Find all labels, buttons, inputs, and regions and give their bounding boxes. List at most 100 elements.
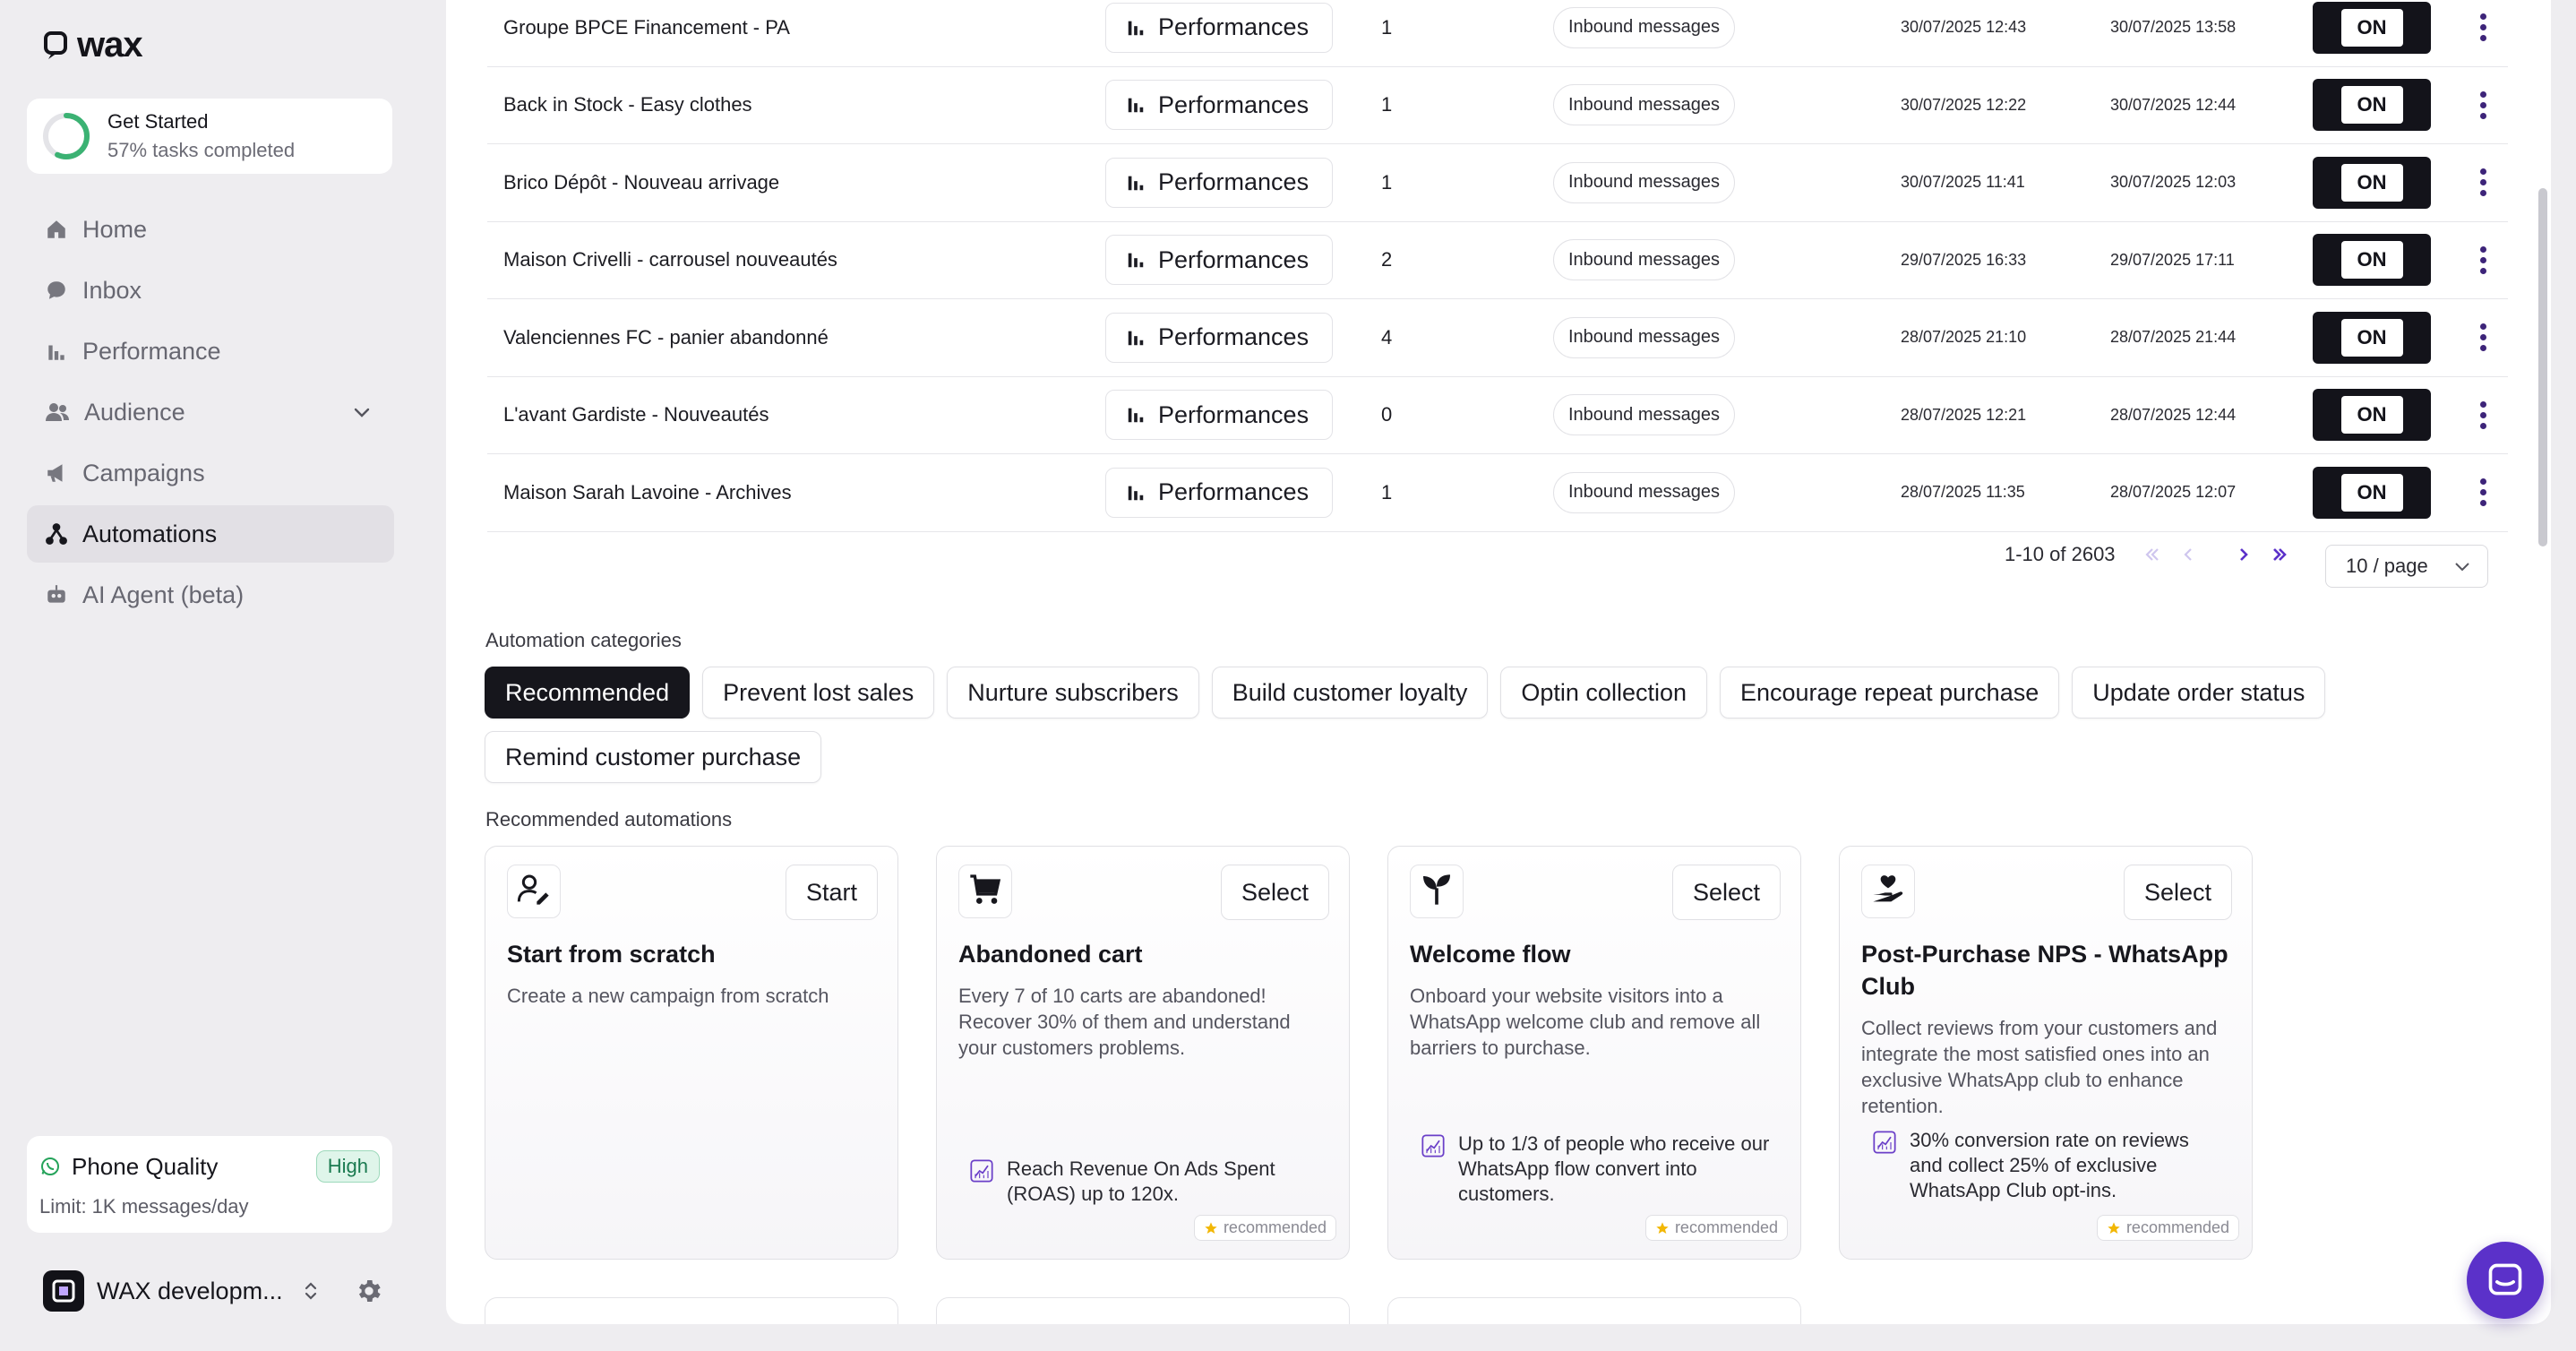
performances-button[interactable]: Performances [1105, 80, 1333, 131]
chart-stat-icon [1873, 1131, 1896, 1154]
more-options-icon[interactable] [2472, 242, 2494, 278]
card-placeholder[interactable] [485, 1297, 898, 1324]
card-placeholder[interactable] [936, 1297, 1350, 1324]
category-chip[interactable]: Remind customer purchase [485, 731, 822, 783]
automation-name[interactable]: Groupe BPCE Financement - PA [503, 16, 790, 39]
chevron-updown-icon[interactable] [301, 1279, 321, 1303]
updated-date: 30/07/2025 13:58 [2110, 18, 2237, 37]
card-select-button[interactable]: Start [785, 865, 878, 920]
phone-quality-card[interactable]: Phone Quality High Limit: 1K messages/da… [27, 1136, 392, 1233]
performances-button[interactable]: Performances [1105, 312, 1333, 363]
wax-logo[interactable]: wax [43, 25, 143, 65]
trigger-badge: Inbound messages [1553, 471, 1736, 513]
automation-name[interactable]: Maison Crivelli - carrousel nouveautés [503, 248, 837, 271]
table-row[interactable]: Maison Crivelli - carrousel nouveautés Pe… [487, 222, 2508, 299]
table-row[interactable]: Back in Stock - Easy clothes Performances… [487, 67, 2508, 144]
table-row[interactable]: Maison Sarah Lavoine - Archives Performan… [487, 454, 2508, 532]
first-page-icon[interactable] [2142, 545, 2162, 564]
category-chip[interactable]: Nurture subscribers [947, 667, 1199, 719]
automation-name[interactable]: Maison Sarah Lavoine - Archives [503, 481, 792, 504]
nav-item-automations[interactable]: Automations [27, 505, 394, 563]
automation-name[interactable]: Brico Dépôt - Nouveau arrivage [503, 171, 779, 194]
more-options-icon[interactable] [2472, 397, 2494, 433]
performances-button[interactable]: Performances [1105, 467, 1333, 518]
nav-item-performance[interactable]: Performance [27, 323, 394, 380]
updated-date: 28/07/2025 12:07 [2110, 483, 2237, 502]
automation-template-card[interactable]: Start Start from scratch Create a new camp… [485, 846, 898, 1260]
category-chip[interactable]: Update order status [2072, 667, 2326, 719]
nav-item-ai-agent[interactable]: AI Agent (beta) [27, 566, 394, 624]
message-count: 4 [1381, 325, 1393, 349]
status-toggle[interactable]: ON [2313, 389, 2431, 442]
workspace-switcher[interactable]: WAX developm... [43, 1270, 383, 1312]
message-count: 1 [1381, 170, 1393, 194]
message-count: 1 [1381, 93, 1393, 116]
performances-button[interactable]: Performances [1105, 2, 1333, 53]
last-page-icon[interactable] [2270, 545, 2289, 564]
card-description: Create a new campaign from scratch [507, 985, 829, 1007]
created-date: 29/07/2025 16:33 [1901, 250, 2027, 269]
badge-label: recommended [2125, 1218, 2229, 1236]
page-size-select[interactable]: 10 / page [2325, 545, 2488, 588]
more-options-icon[interactable] [2472, 87, 2494, 123]
bar-chart-icon [1128, 331, 1144, 345]
automation-name[interactable]: L'avant Gardiste - Nouveautés [503, 403, 769, 426]
message-count: 0 [1381, 403, 1393, 426]
automation-template-card[interactable]: Select Post-Purchase NPS - WhatsApp Club C… [1839, 846, 2253, 1260]
home-icon [47, 220, 65, 238]
recommended-badge: recommended [2096, 1215, 2239, 1241]
category-chip[interactable]: Build customer loyalty [1211, 667, 1489, 719]
automation-name[interactable]: Back in Stock - Easy clothes [503, 93, 752, 116]
get-started-card[interactable]: Get Started 57% tasks completed [27, 99, 392, 174]
status-toggle[interactable]: ON [2313, 466, 2431, 519]
card-placeholder[interactable] [1387, 1297, 1801, 1324]
status-toggle[interactable]: ON [2313, 234, 2431, 287]
scrollbar[interactable] [2538, 188, 2547, 546]
nav-item-inbox[interactable]: Inbox [27, 262, 394, 319]
table-row[interactable]: Valenciennes FC - panier abandonné Perfor… [487, 299, 2508, 377]
performances-button[interactable]: Performances [1105, 157, 1333, 208]
performances-button[interactable]: Performances [1105, 390, 1333, 441]
category-chip[interactable]: Encourage repeat purchase [1720, 667, 2060, 719]
card-title: Abandoned cart [958, 941, 1143, 968]
user-edit-icon [516, 872, 552, 912]
performances-label: Performances [1158, 478, 1309, 506]
category-chip[interactable]: Recommended [485, 667, 691, 719]
status-toggle[interactable]: ON [2313, 1, 2431, 54]
more-options-icon[interactable] [2472, 475, 2494, 511]
nav-item-audience[interactable]: Audience [27, 383, 394, 441]
updated-date: 30/07/2025 12:03 [2110, 173, 2237, 192]
category-chip[interactable]: Prevent lost sales [702, 667, 935, 719]
table-row[interactable]: L'avant Gardiste - Nouveautés Performance… [487, 377, 2508, 454]
automation-template-card[interactable]: Select Welcome flow Onboard your website v… [1387, 846, 1801, 1260]
more-options-icon[interactable] [2472, 320, 2494, 356]
automation-name[interactable]: Valenciennes FC - panier abandonné [503, 326, 829, 349]
table-row[interactable]: Brico Dépôt - Nouveau arrivage Performanc… [487, 144, 2508, 222]
toggle-label: ON [2340, 318, 2403, 357]
main-nav: Home Inbox Performance Audience Campaign… [27, 201, 394, 627]
more-cards [485, 1297, 1801, 1324]
support-chat-button[interactable] [2467, 1242, 2544, 1319]
card-select-button[interactable]: Select [1671, 865, 1781, 920]
next-page-icon[interactable] [2234, 545, 2254, 564]
prev-page-icon[interactable] [2178, 545, 2198, 564]
nav-item-home[interactable]: Home [27, 201, 394, 258]
category-chip[interactable]: Optin collection [1500, 667, 1707, 719]
status-toggle[interactable]: ON [2313, 79, 2431, 132]
performances-label: Performances [1158, 13, 1309, 41]
card-stat-text: Reach Revenue On Ads Spent (ROAS) up to … [1007, 1157, 1275, 1205]
star-icon [2108, 1221, 2120, 1234]
table-row[interactable]: Groupe BPCE Financement - PA Performances… [487, 0, 2508, 67]
automation-template-card[interactable]: Select Abandoned cart Every 7 of 10 carts … [936, 846, 1350, 1260]
card-select-button[interactable]: Select [2123, 865, 2232, 920]
more-options-icon[interactable] [2472, 165, 2494, 201]
wax-logo-icon [44, 30, 67, 59]
card-select-button[interactable]: Select [1220, 865, 1329, 920]
performances-button[interactable]: Performances [1105, 235, 1333, 286]
more-options-icon[interactable] [2472, 10, 2494, 46]
status-toggle[interactable]: ON [2313, 156, 2431, 209]
nav-item-campaigns[interactable]: Campaigns [27, 444, 394, 502]
gear-icon[interactable] [355, 1277, 383, 1305]
robot-icon [47, 585, 65, 603]
status-toggle[interactable]: ON [2313, 311, 2431, 364]
